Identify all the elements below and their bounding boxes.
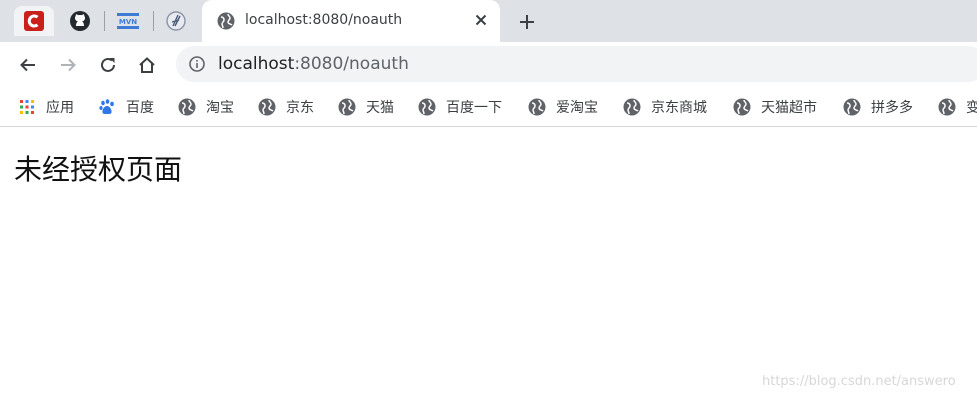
github-icon bbox=[70, 11, 90, 31]
tab-separator bbox=[153, 11, 154, 31]
bookmark-taobao[interactable]: 淘宝 bbox=[178, 97, 234, 117]
bookmark-label: 天猫超市 bbox=[761, 100, 817, 116]
globe-icon bbox=[733, 98, 751, 116]
close-icon bbox=[475, 14, 487, 26]
bookmark-label: 爱淘宝 bbox=[556, 100, 598, 116]
address-bar[interactable]: localhost:8080/noauth bbox=[176, 46, 977, 82]
globe-icon bbox=[338, 98, 356, 116]
tab-separator bbox=[104, 11, 105, 31]
globe-icon bbox=[843, 98, 861, 116]
bookmark-tmall[interactable]: 天猫 bbox=[338, 97, 394, 117]
plus-icon bbox=[520, 15, 534, 29]
bookmark-label: 应用 bbox=[46, 100, 74, 116]
back-button[interactable] bbox=[13, 50, 43, 80]
forward-button[interactable] bbox=[53, 50, 83, 80]
bookmark-label: 百度一下 bbox=[446, 100, 502, 116]
url-text[interactable]: localhost:8080/noauth bbox=[218, 54, 409, 74]
mvn-icon: MVN bbox=[117, 13, 139, 29]
globe-icon bbox=[178, 98, 196, 116]
bookmark-label: 京东 bbox=[286, 100, 314, 116]
watermark: https://blog.csdn.net/answero bbox=[762, 374, 956, 389]
reload-button[interactable] bbox=[93, 50, 123, 80]
bookmark-apps[interactable]: 应用 bbox=[18, 97, 74, 117]
globe-icon bbox=[623, 98, 641, 116]
bookmark-label: 天猫 bbox=[366, 100, 394, 116]
tab-title: localhost:8080/noauth bbox=[245, 12, 403, 28]
bookmark-label: 拼多多 bbox=[871, 100, 913, 116]
url-host: localhost bbox=[218, 54, 295, 74]
bookmarks-bar: 应用 百度 淘宝 京东 天猫 百度一下 爱淘宝 京东商城 天猫超市 拼多多 bbox=[0, 88, 977, 127]
bookmark-label: 变 bbox=[966, 97, 977, 117]
arrow-left-icon bbox=[20, 58, 35, 72]
bookmark-aitaobao[interactable]: 爱淘宝 bbox=[528, 97, 598, 117]
reload-icon bbox=[101, 57, 115, 72]
globe-icon bbox=[938, 98, 956, 116]
bookmark-tmall-supermarket[interactable]: 天猫超市 bbox=[733, 97, 817, 117]
bookmark-label: 百度 bbox=[126, 100, 154, 116]
page-heading: 未经授权页面 bbox=[14, 153, 183, 186]
globe-icon bbox=[418, 98, 436, 116]
shrimp-icon bbox=[166, 11, 186, 31]
pinned-tab-csdn[interactable] bbox=[14, 6, 54, 36]
globe-icon bbox=[528, 98, 546, 116]
tab-strip: MVN localhost:8080/noauth bbox=[0, 0, 977, 42]
info-icon[interactable] bbox=[189, 56, 205, 72]
bookmark-baidu[interactable]: 百度 bbox=[98, 97, 154, 117]
active-tab[interactable]: localhost:8080/noauth bbox=[202, 0, 500, 42]
tab-close-button[interactable] bbox=[470, 9, 492, 31]
bookmark-jd-mall[interactable]: 京东商城 bbox=[623, 97, 707, 117]
home-button[interactable] bbox=[132, 50, 162, 80]
globe-icon bbox=[217, 12, 235, 30]
bookmark-jd[interactable]: 京东 bbox=[258, 97, 314, 117]
bookmark-label: 淘宝 bbox=[206, 100, 234, 116]
svg-text:MVN: MVN bbox=[119, 18, 137, 26]
csdn-app-icon bbox=[24, 11, 44, 31]
home-icon bbox=[139, 57, 155, 73]
apps-grid-icon bbox=[18, 98, 36, 116]
bookmark-pinduoduo[interactable]: 拼多多 bbox=[843, 97, 913, 117]
bookmark-overflow[interactable]: 变 bbox=[938, 97, 977, 117]
pinned-tab-github[interactable] bbox=[60, 6, 100, 36]
pinned-tab-mvn[interactable]: MVN bbox=[108, 6, 148, 36]
bookmark-label: 京东商城 bbox=[651, 100, 707, 116]
url-path: :8080/noauth bbox=[294, 54, 409, 74]
new-tab-button[interactable] bbox=[514, 9, 540, 35]
globe-icon bbox=[258, 98, 276, 116]
arrow-right-icon bbox=[61, 58, 76, 72]
bookmark-baidu-search[interactable]: 百度一下 bbox=[418, 97, 502, 117]
baidu-paw-icon bbox=[98, 98, 116, 116]
pinned-tab-shrimp[interactable] bbox=[156, 6, 196, 36]
